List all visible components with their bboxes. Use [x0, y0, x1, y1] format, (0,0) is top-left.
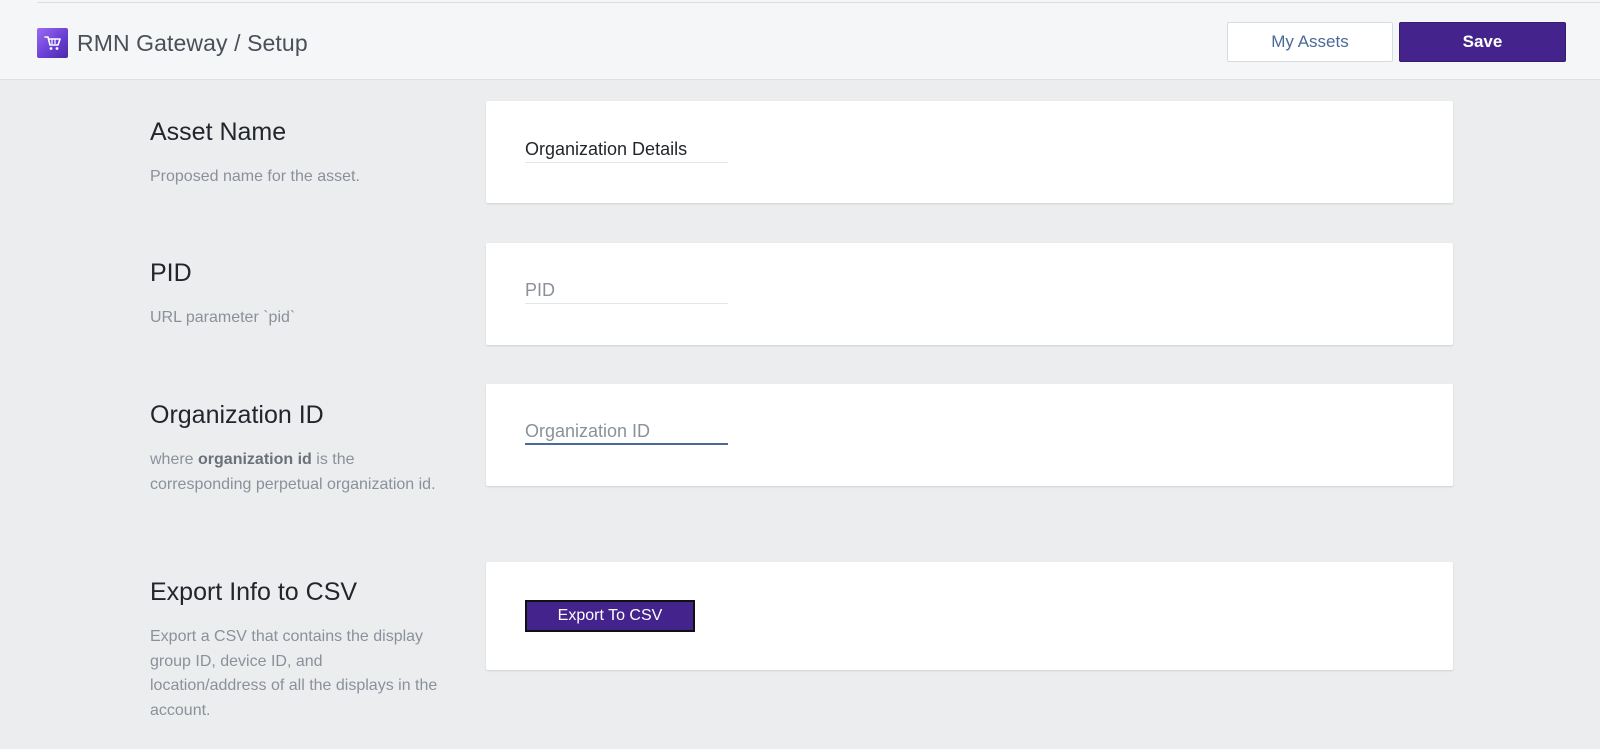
organization-id-description: where organization id is the correspondi… [150, 448, 440, 497]
export-to-csv-button[interactable]: Export To CSV [525, 600, 695, 632]
export-description: Export a CSV that contains the display g… [150, 628, 438, 719]
organization-id-card [486, 384, 1453, 486]
shopping-cart-icon-glyph [43, 36, 61, 50]
pid-title: PID [150, 259, 192, 287]
save-button[interactable]: Save [1399, 22, 1566, 62]
app-header: RMN Gateway / Setup My Assets Save [0, 0, 1600, 80]
page-title: RMN Gateway / Setup [77, 30, 308, 56]
pid-description: URL parameter `pid` [150, 309, 296, 326]
organization-id-description-prefix: where [150, 451, 199, 468]
asset-name-card [486, 101, 1453, 203]
pid-card [486, 243, 1453, 345]
organization-id-title: Organization ID [150, 401, 324, 429]
organization-id-description-bold: organization id [198, 451, 312, 468]
asset-name-title: Asset Name [150, 118, 287, 146]
organization-id-input[interactable] [525, 419, 728, 445]
pid-input[interactable] [525, 278, 728, 304]
export-title: Export Info to CSV [150, 578, 358, 606]
my-assets-button[interactable]: My Assets [1227, 22, 1393, 62]
shopping-cart-icon [37, 28, 68, 58]
asset-name-description: Proposed name for the asset. [150, 168, 360, 185]
asset-name-input[interactable] [525, 137, 728, 163]
export-card: Export To CSV [486, 562, 1453, 670]
header-divider [37, 2, 1600, 3]
